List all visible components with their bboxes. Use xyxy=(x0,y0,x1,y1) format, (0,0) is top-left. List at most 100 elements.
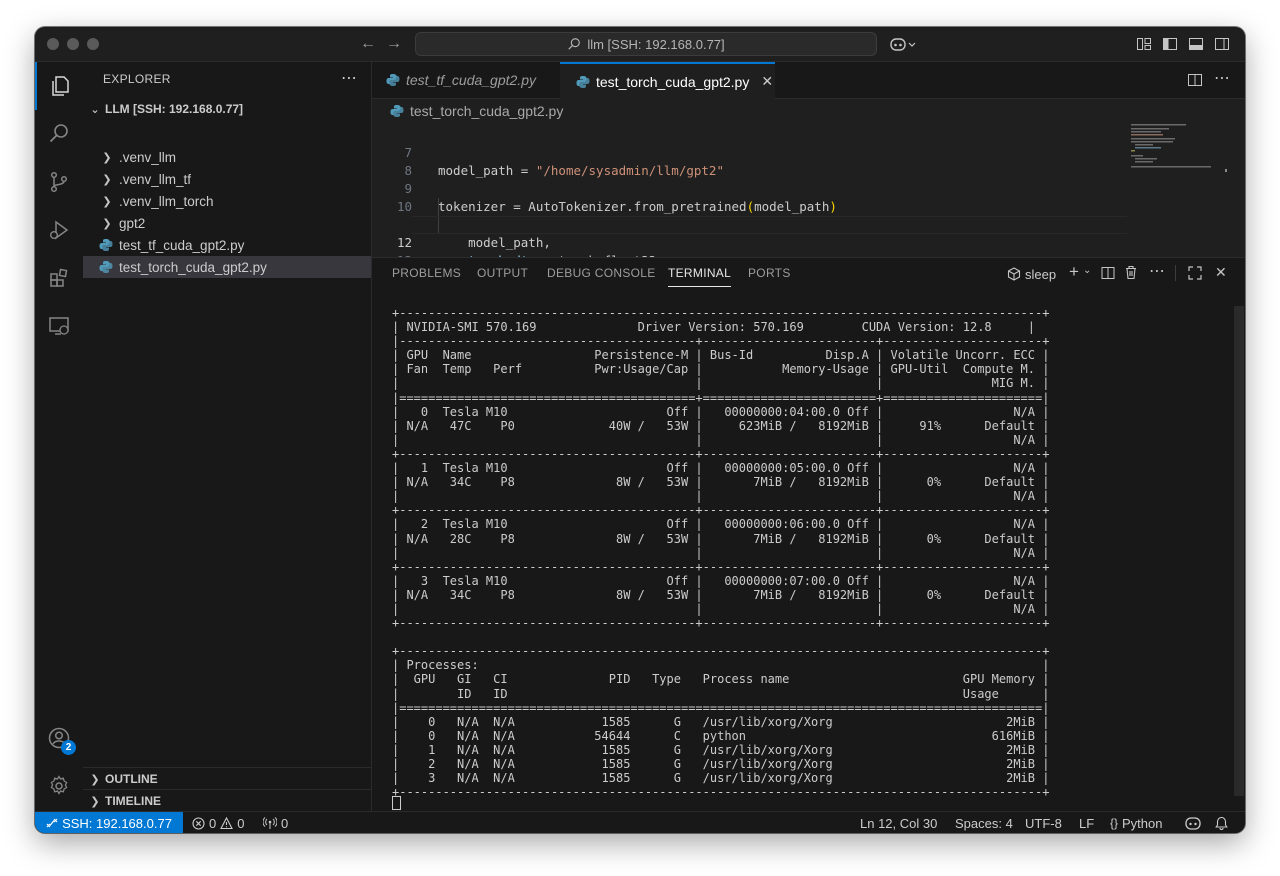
language-mode[interactable]: {} Python xyxy=(1110,812,1163,833)
outline-section[interactable]: ❯ OUTLINE xyxy=(83,767,371,790)
toggle-primary-sidebar-icon[interactable] xyxy=(1162,36,1178,52)
trash-icon[interactable] xyxy=(1124,265,1138,280)
explorer-button[interactable] xyxy=(35,62,83,110)
run-debug-button[interactable] xyxy=(35,206,83,254)
extensions-icon xyxy=(50,268,68,287)
accounts-button[interactable]: 2 xyxy=(35,714,83,762)
eol-status[interactable]: LF xyxy=(1079,812,1094,833)
code-line-7[interactable]: 7 model_path = "/home/sysadmin/llm/gpt2" xyxy=(372,126,1152,178)
copilot-status-icon[interactable] xyxy=(1185,816,1201,830)
tab-debug-console[interactable]: DEBUG CONSOLE xyxy=(547,266,656,286)
problems-status[interactable]: 0 0 xyxy=(192,812,244,833)
editor-more-actions-icon[interactable]: ⋯ xyxy=(1214,68,1230,88)
tree-item-venv-llm-torch[interactable]: ❯ .venv_llm_torch xyxy=(83,190,371,212)
manage-button[interactable] xyxy=(35,762,83,810)
tree-item-label: .venv_llm_torch xyxy=(119,193,214,209)
tab-label: test_tf_cuda_gpt2.py xyxy=(406,72,536,88)
ports-status[interactable]: 0 xyxy=(263,812,288,833)
split-editor-icon[interactable] xyxy=(1187,72,1203,88)
maximize-window-button[interactable] xyxy=(87,38,99,50)
indentation-status[interactable]: Spaces: 4 xyxy=(955,812,1013,833)
bottom-panel: PROBLEMS OUTPUT DEBUG CONSOLE TERMINAL P… xyxy=(372,257,1245,812)
timeline-label: TIMELINE xyxy=(105,794,161,808)
more-actions-icon[interactable]: ⋯ xyxy=(341,68,357,88)
tab-output[interactable]: OUTPUT xyxy=(477,266,528,286)
close-panel-icon[interactable]: ✕ xyxy=(1215,264,1227,281)
encoding-status[interactable]: UTF-8 xyxy=(1025,812,1062,833)
forward-arrow-icon[interactable]: → xyxy=(383,33,405,55)
python-file-icon xyxy=(99,239,113,251)
search-icon xyxy=(568,38,581,50)
breadcrumb-file: test_torch_cuda_gpt2.py xyxy=(410,103,564,119)
command-center-search[interactable]: llm [SSH: 192.168.0.77] xyxy=(415,32,877,56)
remote-indicator[interactable]: SSH: 192.168.0.77 xyxy=(35,812,183,833)
status-bar: SSH: 192.168.0.77 0 0 0 Ln 12, Col 30 Sp… xyxy=(35,811,1245,833)
python-file-icon xyxy=(386,74,400,86)
toggle-panel-icon[interactable] xyxy=(1188,36,1204,52)
code-line-11[interactable]: 11 model_path, xyxy=(372,198,1152,250)
gear-icon xyxy=(50,775,68,795)
terminal-output[interactable]: +---------------------------------------… xyxy=(392,306,1049,799)
terminal-cursor xyxy=(392,796,401,810)
tab-test-torch-cuda-gpt2[interactable]: test_torch_cuda_gpt2.py ✕ xyxy=(560,62,775,99)
extensions-button[interactable] xyxy=(35,254,83,302)
activity-bar: 2 xyxy=(35,62,84,811)
tree-item-test-tf-cuda-gpt2[interactable]: test_tf_cuda_gpt2.py xyxy=(83,234,371,256)
indent-guide xyxy=(438,198,439,234)
close-window-button[interactable] xyxy=(47,38,59,50)
back-arrow-icon[interactable]: ← xyxy=(357,33,379,55)
cursor-position[interactable]: Ln 12, Col 30 xyxy=(860,812,937,833)
tab-problems[interactable]: PROBLEMS xyxy=(392,266,461,286)
bell-icon[interactable] xyxy=(1215,816,1228,830)
code-line-9[interactable]: 9 tokenizer = AutoTokenizer.from_pretrai… xyxy=(372,162,1152,214)
title-bar: ← → llm [SSH: 192.168.0.77] xyxy=(35,27,1245,62)
tree-item-label: .venv_llm_tf xyxy=(119,171,192,187)
search-button[interactable] xyxy=(35,110,83,158)
remote-explorer-button[interactable] xyxy=(35,302,83,350)
chevron-down-icon[interactable]: ⌄ xyxy=(1083,265,1091,276)
split-terminal-icon[interactable] xyxy=(1101,266,1115,280)
remote-label: SSH: 192.168.0.77 xyxy=(62,815,172,831)
tree-item-label: test_torch_cuda_gpt2.py xyxy=(119,259,267,275)
tree-item-gpt2[interactable]: ❯ gpt2 xyxy=(83,212,371,234)
close-tab-icon[interactable]: ✕ xyxy=(761,73,773,90)
tree-item-label: gpt2 xyxy=(119,215,146,231)
panel-more-actions-icon[interactable]: ⋯ xyxy=(1149,261,1165,281)
source-control-button[interactable] xyxy=(35,158,83,206)
code-line-10[interactable]: 10 model = AutoModelForCausalLM.from_pre… xyxy=(372,180,1152,232)
code-line-8[interactable]: 8 xyxy=(372,144,1152,178)
minimap[interactable] xyxy=(1127,122,1227,257)
workspace-root[interactable]: ⌄ LLM [SSH: 192.168.0.77] xyxy=(83,98,371,120)
code-line-12[interactable]: 12 torch_dtype=torch.float32 xyxy=(372,216,1152,268)
error-count: 0 xyxy=(209,815,217,831)
terminal-cube-icon xyxy=(1007,267,1021,281)
tab-terminal[interactable]: TERMINAL xyxy=(668,266,732,287)
timeline-section[interactable]: ❯ TIMELINE xyxy=(83,789,371,812)
maximize-panel-icon[interactable] xyxy=(1188,266,1202,280)
error-icon xyxy=(192,816,205,830)
customize-layout-icon[interactable] xyxy=(1136,36,1152,52)
tree-item-label: .venv_llm xyxy=(119,149,177,165)
tree-item-test-torch-cuda-gpt2[interactable]: test_torch_cuda_gpt2.py xyxy=(83,256,371,278)
copilot-icon[interactable] xyxy=(890,36,916,52)
ports-count: 0 xyxy=(281,815,289,831)
source-control-icon xyxy=(50,171,68,193)
python-file-icon xyxy=(390,105,404,117)
editor-area: test_tf_cuda_gpt2.py test_torch_cuda_gpt… xyxy=(372,62,1245,286)
minimize-window-button[interactable] xyxy=(67,38,79,50)
chevron-right-icon: ❯ xyxy=(90,795,100,808)
chevron-right-icon: ❯ xyxy=(90,773,100,786)
chevron-down-icon: ⌄ xyxy=(90,103,100,116)
command-center-text: llm [SSH: 192.168.0.77] xyxy=(587,36,725,52)
tree-item-venv-llm-tf[interactable]: ❯ .venv_llm_tf xyxy=(83,168,371,190)
new-terminal-plus-icon[interactable]: + xyxy=(1069,262,1079,282)
tree-item-venv-llm[interactable]: ❯ .venv_llm xyxy=(83,146,371,168)
tab-ports[interactable]: PORTS xyxy=(748,266,791,286)
python-file-icon xyxy=(576,75,590,88)
code-line-13[interactable]: 13 ) xyxy=(372,234,1152,286)
terminal-selector[interactable]: sleep xyxy=(1007,264,1056,284)
breadcrumb[interactable]: test_torch_cuda_gpt2.py xyxy=(390,100,563,122)
toggle-secondary-sidebar-icon[interactable] xyxy=(1214,36,1230,52)
tab-test-tf-cuda-gpt2[interactable]: test_tf_cuda_gpt2.py xyxy=(372,62,559,98)
terminal-scrollbar[interactable] xyxy=(1234,306,1244,796)
